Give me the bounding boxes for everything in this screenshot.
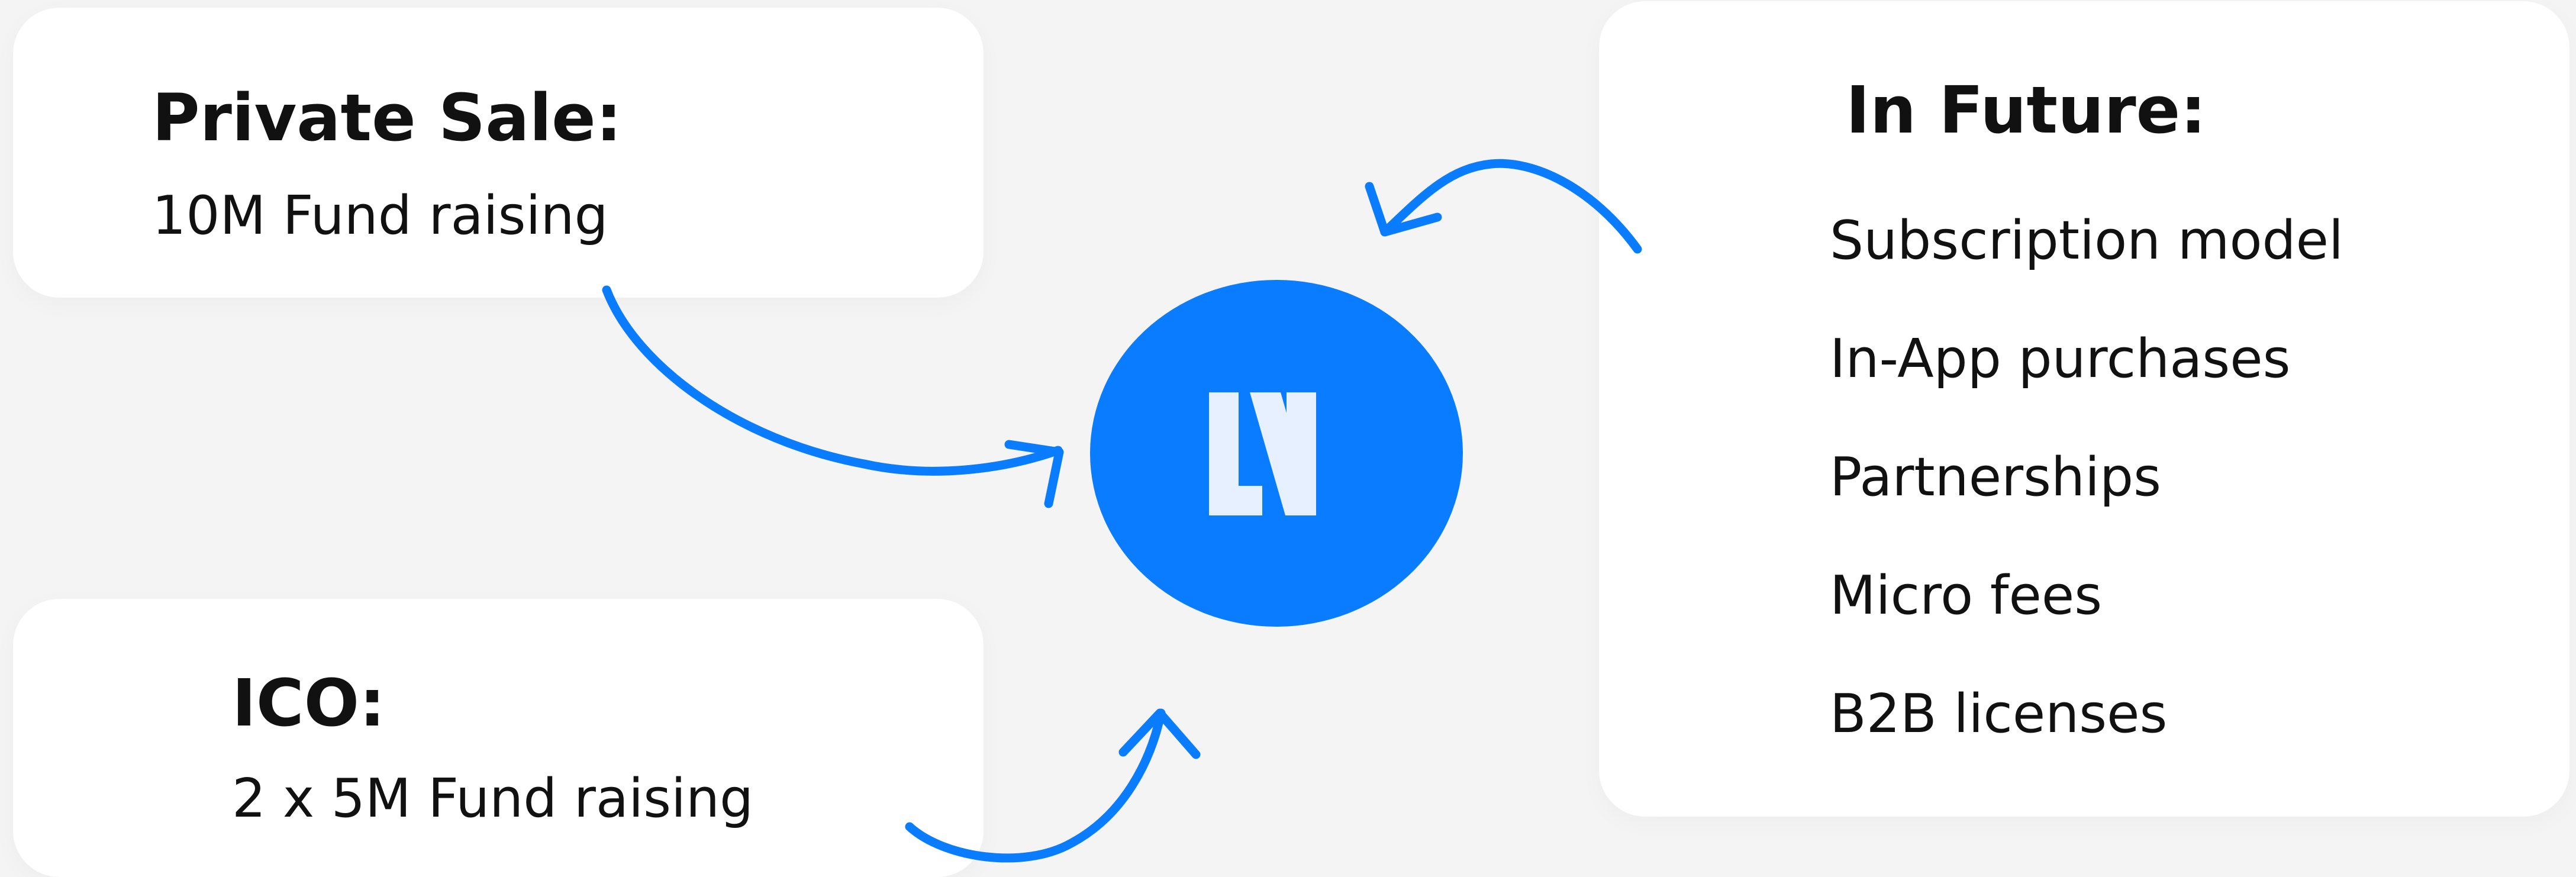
- future-item-subscription-model: Subscription model: [1830, 209, 2344, 272]
- future-item-in-app-purchases: In-App purchases: [1830, 328, 2291, 390]
- in-future-card: In Future: Subscription model In-App pur…: [1599, 1, 2569, 817]
- private-sale-title: Private Sale:: [152, 80, 622, 156]
- in-future-list: Subscription model In-App purchases Part…: [1830, 214, 2343, 741]
- private-sale-description: 10M Fund raising: [152, 185, 608, 247]
- private-sale-card: Private Sale: 10M Fund raising: [13, 8, 984, 298]
- ico-card: ICO: 2 x 5M Fund raising: [13, 599, 984, 877]
- private-sale-arrowhead: [1004, 440, 1064, 508]
- in-future-title: In Future:: [1846, 72, 2207, 148]
- future-item-micro-fees: Micro fees: [1830, 565, 2103, 627]
- logo-circle: [1090, 280, 1463, 627]
- ico-title: ICO:: [232, 665, 386, 741]
- future-item-partnerships: Partnerships: [1830, 446, 2162, 508]
- ico-arrowhead: [1118, 708, 1201, 759]
- private-sale-arrow: [602, 285, 1063, 476]
- ico-description: 2 x 5M Fund raising: [232, 768, 754, 830]
- future-item-b2b-licenses: B2B licenses: [1830, 683, 2168, 745]
- future-arrowhead: [1365, 182, 1442, 237]
